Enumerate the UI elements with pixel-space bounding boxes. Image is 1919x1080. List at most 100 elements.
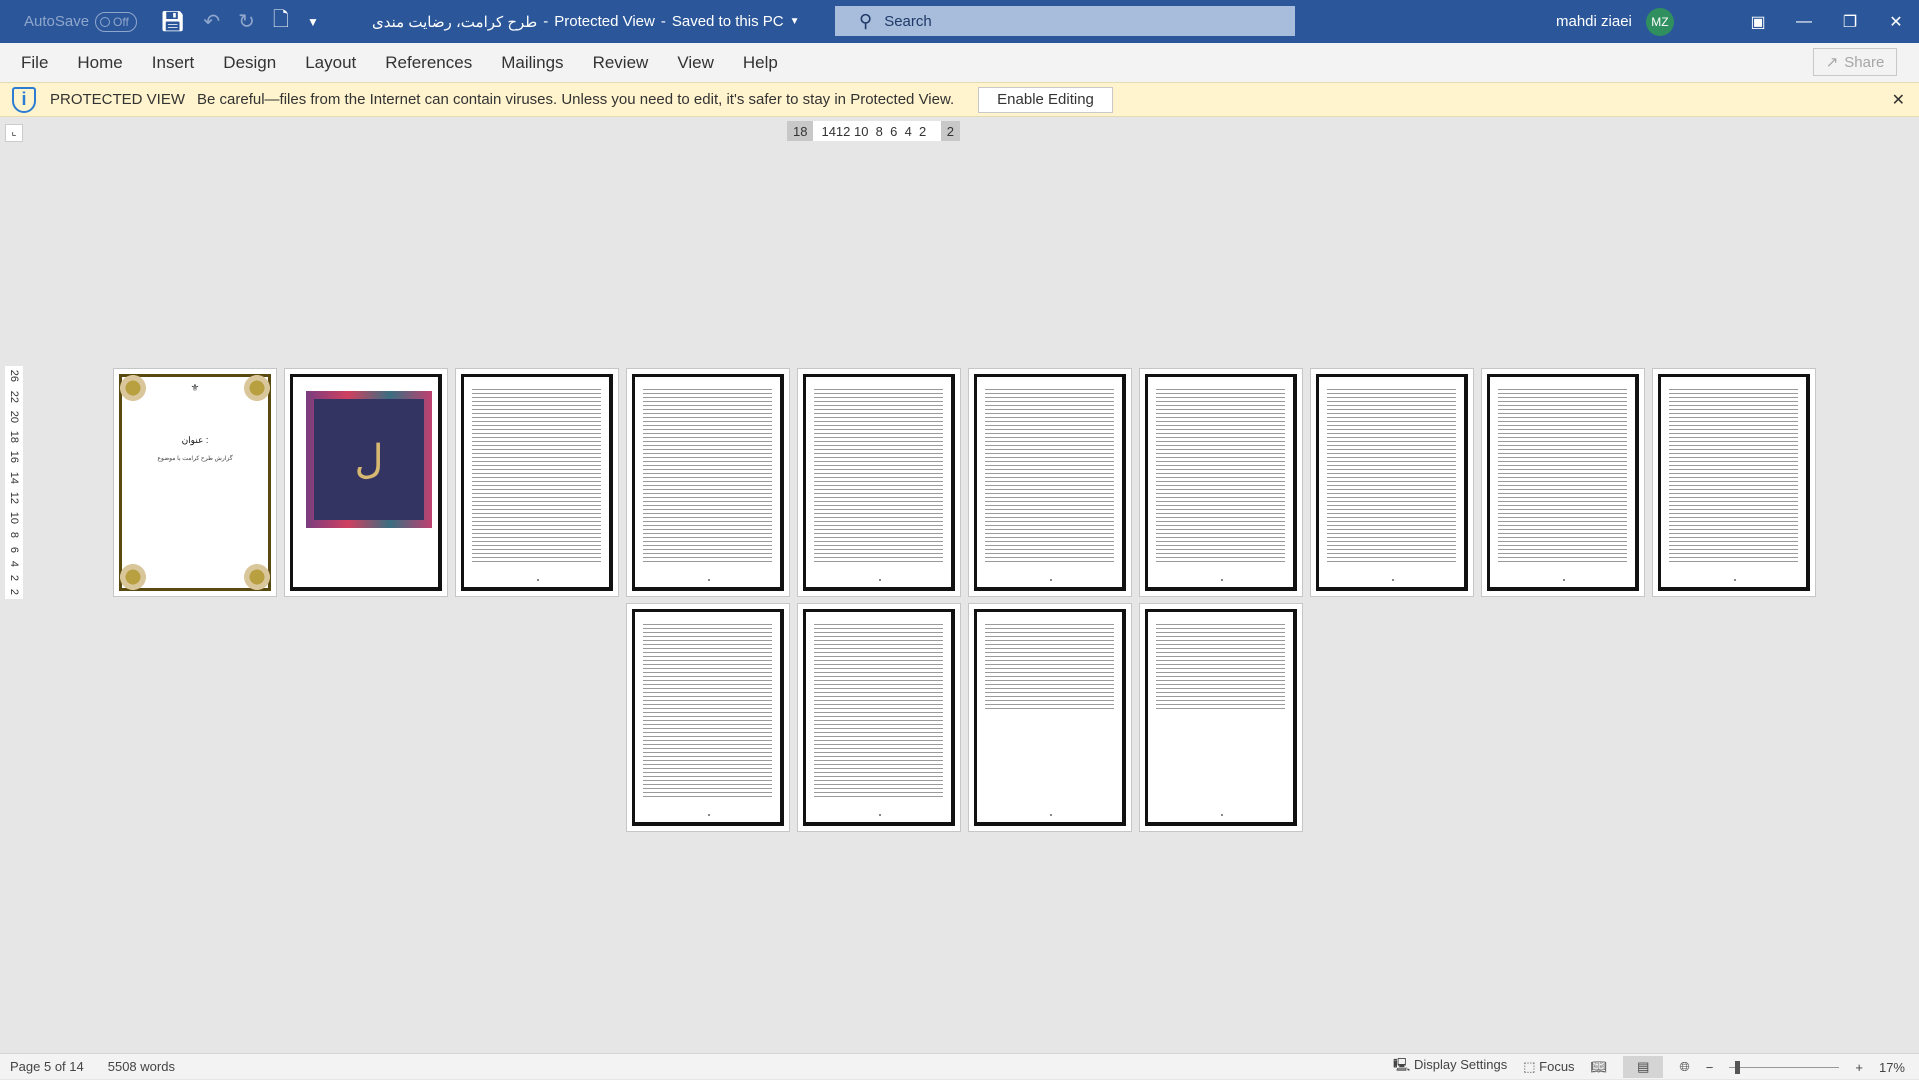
title-bar: AutoSave Off 💾︎ ↶ ↻ 🗋 ▼ طرح کرامت، رضایت… <box>0 0 1919 43</box>
customize-toolbar-icon[interactable]: ▼ <box>307 15 319 29</box>
tab-layout[interactable]: Layout <box>305 53 356 73</box>
ruler-tick: 20 <box>8 410 20 423</box>
page-thumbnail[interactable] <box>1652 368 1816 597</box>
page-thumbnail[interactable]: ل <box>284 368 448 597</box>
page-thumbnail[interactable] <box>1310 368 1474 597</box>
ruler-margin-left: 18 <box>787 121 814 141</box>
tab-view[interactable]: View <box>677 53 714 73</box>
page-text <box>814 622 943 800</box>
save-icon[interactable]: 💾︎ <box>160 9 185 34</box>
page-thumbnail[interactable] <box>455 368 619 597</box>
zoom-level[interactable]: 17% <box>1879 1060 1905 1075</box>
ruler-tick: 26 <box>8 370 20 383</box>
protected-view-label: PROTECTED VIEW <box>50 91 186 108</box>
page-thumbnail[interactable] <box>797 603 961 832</box>
page-border <box>974 374 1126 591</box>
page-text <box>472 387 601 565</box>
restore-icon[interactable]: ❐ <box>1827 12 1873 32</box>
display-settings-button[interactable]: 🖳 Display Settings <box>1393 1056 1507 1078</box>
close-icon[interactable]: ✕ <box>1873 12 1919 32</box>
vertical-ruler[interactable]: 2 2 4 6 8 10 12 14 16 18 20 22 26 <box>5 366 23 599</box>
protected-view-bar: i PROTECTED VIEW Be careful—files from t… <box>0 82 1919 117</box>
close-icon[interactable]: ✕ <box>1892 90 1905 110</box>
view-mode: Protected View <box>554 13 655 30</box>
page-thumbnail[interactable] <box>626 603 790 832</box>
page-text <box>985 622 1114 712</box>
save-status[interactable]: Saved to this PC <box>672 13 784 30</box>
share-button[interactable]: ↗ Share <box>1813 48 1897 76</box>
search-placeholder: Search <box>884 12 932 30</box>
page-thumbnail[interactable] <box>1139 368 1303 597</box>
page-thumbnail[interactable] <box>1139 603 1303 832</box>
undo-icon[interactable]: ↶ <box>203 9 220 34</box>
tab-selector[interactable]: ⌞ <box>5 124 23 142</box>
ribbon-tabs: File Home Insert Design Layout Reference… <box>0 43 1919 82</box>
enable-editing-button[interactable]: Enable Editing <box>978 86 1113 113</box>
display-settings-icon: 🖳 <box>1393 1057 1411 1072</box>
ruler-tick: 2 <box>8 574 20 581</box>
read-mode-icon[interactable]: 📖︎ <box>1591 1059 1608 1075</box>
tab-review[interactable]: Review <box>593 53 649 73</box>
word-count[interactable]: 5508 words <box>108 1059 175 1074</box>
page-number <box>1049 579 1052 581</box>
page-text <box>1156 387 1285 565</box>
share-label: Share <box>1844 53 1885 71</box>
share-icon: ↗ <box>1825 54 1839 71</box>
page-thumbnail[interactable] <box>1481 368 1645 597</box>
ribbon-display-icon[interactable]: ▣ <box>1735 12 1781 32</box>
tab-file[interactable]: File <box>21 53 48 73</box>
shield-info-icon: i <box>12 86 36 113</box>
page-text <box>985 387 1114 565</box>
protected-view-message: Be careful—files from the Internet can c… <box>197 91 955 108</box>
ornament-icon <box>120 375 146 401</box>
zoom-out-icon[interactable]: − <box>1706 1060 1714 1075</box>
web-layout-icon[interactable]: 🌐︎ <box>1679 1059 1689 1075</box>
page-border <box>1487 374 1639 591</box>
tab-help[interactable]: Help <box>743 53 778 73</box>
autosave-switch[interactable]: Off <box>95 11 138 32</box>
ruler-tick: 10 <box>8 512 20 525</box>
ruler-tick: 8 <box>8 532 20 539</box>
ornament-icon <box>244 375 270 401</box>
page-thumbnail[interactable] <box>968 603 1132 832</box>
page-text <box>814 387 943 565</box>
page-border <box>632 374 784 591</box>
ruler-tick: 18 <box>8 430 20 444</box>
page-number <box>1049 814 1052 816</box>
tab-insert[interactable]: Insert <box>152 53 195 73</box>
search-box[interactable]: ⚲ Search <box>835 6 1295 36</box>
ruler-tick: 14 <box>8 471 20 484</box>
page-thumbnail[interactable]: ⚜ عنوان : گزارش طرح کرامت با موضوع <box>113 368 277 597</box>
new-document-icon[interactable]: 🗋 <box>273 5 289 39</box>
page-number <box>878 814 881 816</box>
doc-name: طرح کرامت، رضایت مندی <box>372 13 538 31</box>
user-name[interactable]: mahdi ziaei <box>1556 13 1632 30</box>
page-count[interactable]: Page 5 of 14 <box>10 1059 84 1074</box>
horizontal-ruler[interactable]: 18 1412 10 8 6 4 2 2 <box>787 121 960 141</box>
page-thumbnail[interactable] <box>968 368 1132 597</box>
page-border <box>803 609 955 826</box>
redo-icon[interactable]: ↻ <box>238 9 255 34</box>
chevron-down-icon[interactable]: ▼ <box>790 16 800 27</box>
page-number <box>707 814 710 816</box>
tab-home[interactable]: Home <box>77 53 122 73</box>
focus-button[interactable]: ⬚ Focus <box>1523 1059 1574 1075</box>
zoom-slider[interactable] <box>1729 1060 1840 1074</box>
focus-icon: ⬚ <box>1523 1059 1536 1074</box>
minimize-icon[interactable]: — <box>1781 13 1827 31</box>
zoom-in-icon[interactable]: + <box>1855 1060 1863 1075</box>
ruler-margin-right: 2 <box>940 121 960 141</box>
tab-mailings[interactable]: Mailings <box>501 53 563 73</box>
page-border <box>632 609 784 826</box>
avatar[interactable]: MZ <box>1645 7 1674 36</box>
page-thumbnail[interactable] <box>797 368 961 597</box>
page-thumbnail[interactable] <box>626 368 790 597</box>
autosave-toggle[interactable]: AutoSave Off <box>24 0 138 43</box>
page-text <box>643 387 772 565</box>
tab-design[interactable]: Design <box>223 53 276 73</box>
ruler-tick: 16 <box>8 451 20 464</box>
tab-references[interactable]: References <box>385 53 472 73</box>
print-layout-icon[interactable]: ▤ <box>1623 1056 1664 1078</box>
page-number <box>1220 814 1223 816</box>
page-text <box>1498 387 1627 565</box>
